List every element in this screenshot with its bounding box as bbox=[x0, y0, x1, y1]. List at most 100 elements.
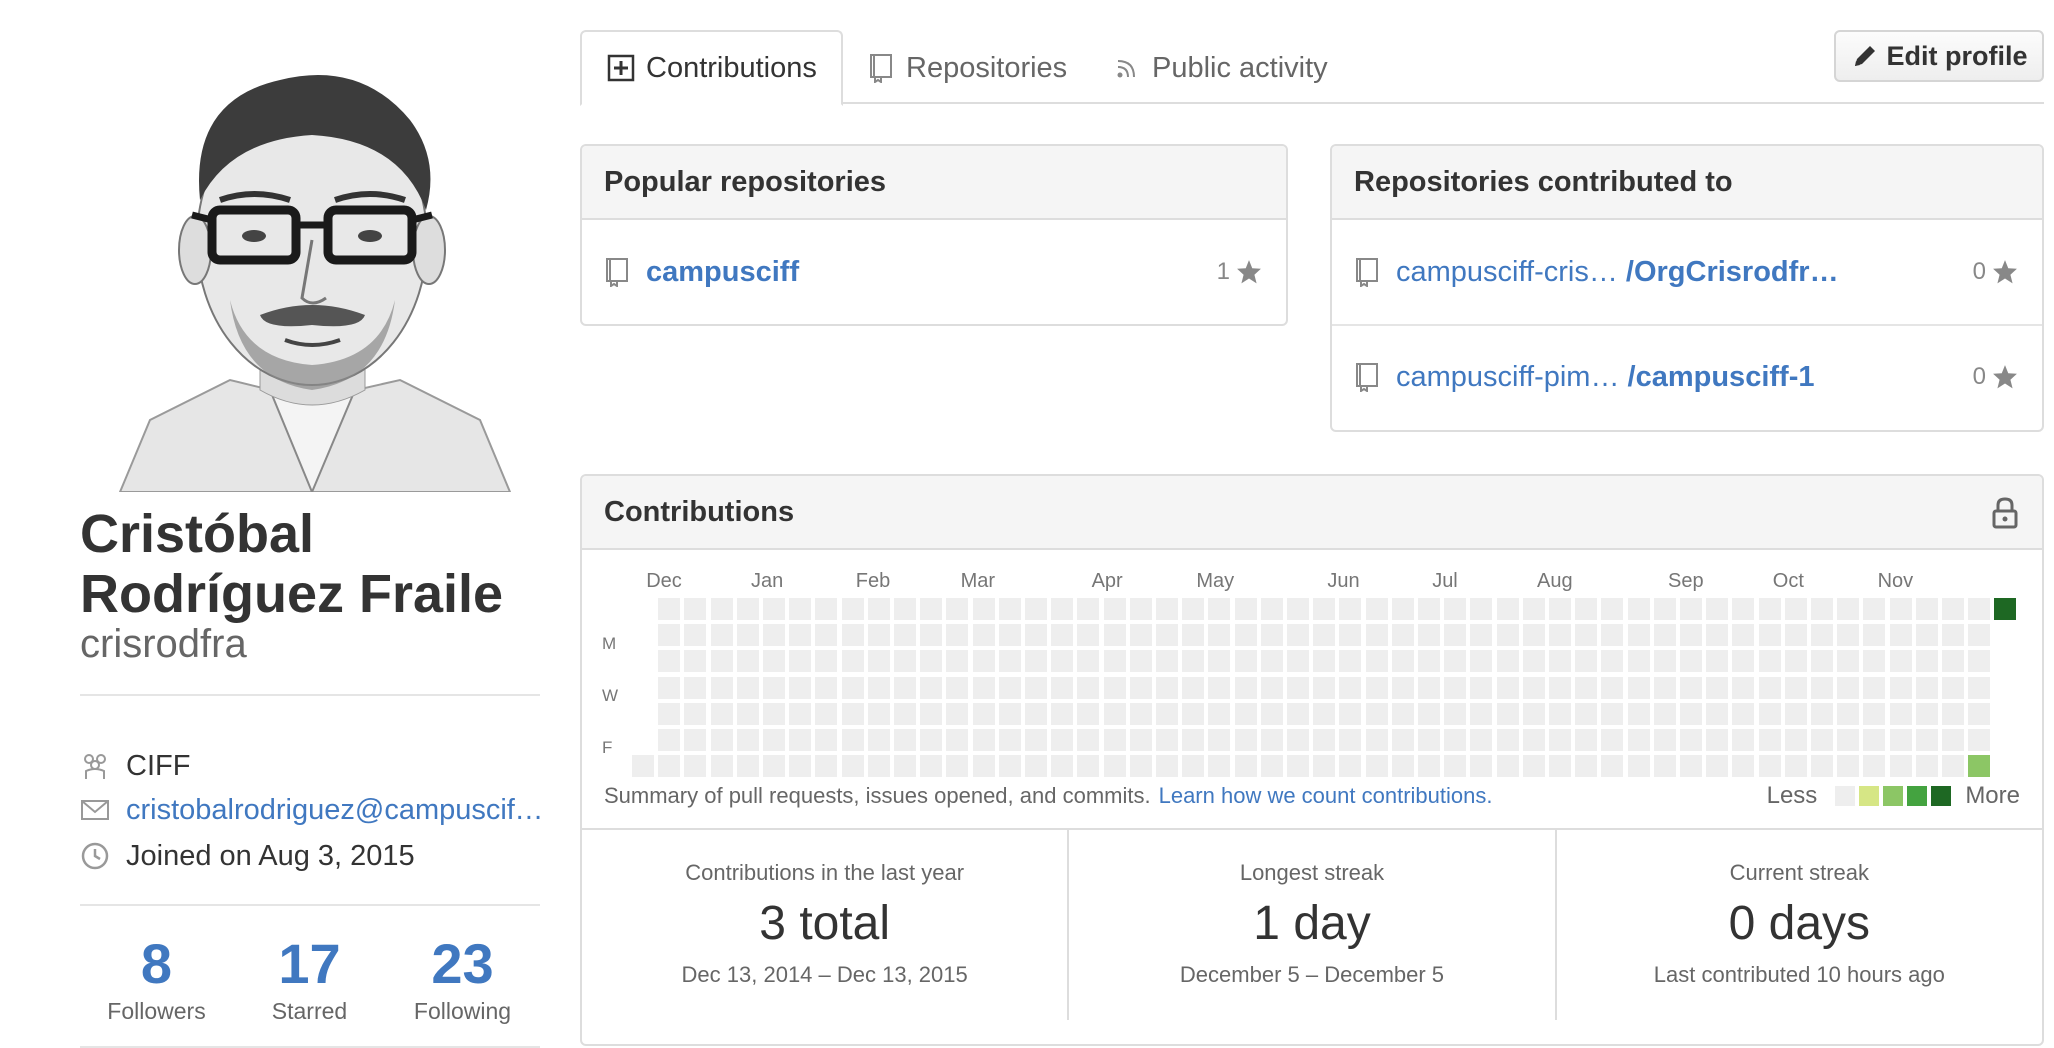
contribution-day[interactable] bbox=[1208, 676, 1231, 699]
contribution-day[interactable] bbox=[1156, 624, 1178, 647]
contribution-day[interactable] bbox=[1811, 624, 1833, 647]
contribution-day[interactable] bbox=[1051, 702, 1074, 725]
contribution-day[interactable] bbox=[1444, 702, 1467, 725]
contribution-day[interactable] bbox=[789, 676, 812, 699]
contribution-day[interactable] bbox=[1522, 598, 1545, 620]
contribution-day[interactable] bbox=[1601, 702, 1624, 725]
contribution-day[interactable] bbox=[1208, 729, 1231, 751]
contribution-day[interactable] bbox=[972, 598, 995, 620]
contribution-day[interactable] bbox=[1758, 598, 1781, 620]
contribution-day[interactable] bbox=[1758, 729, 1781, 751]
contribution-day[interactable] bbox=[1234, 598, 1257, 620]
contribution-day[interactable] bbox=[1025, 676, 1047, 699]
contribution-day[interactable] bbox=[1129, 598, 1152, 620]
contribution-day[interactable] bbox=[946, 650, 969, 673]
contribution-day[interactable] bbox=[998, 624, 1021, 647]
contribution-day[interactable] bbox=[946, 676, 969, 699]
contribution-day[interactable] bbox=[1339, 729, 1362, 751]
contribution-day[interactable] bbox=[1365, 729, 1388, 751]
contribution-day[interactable] bbox=[1129, 650, 1152, 673]
contribution-day[interactable] bbox=[1287, 598, 1309, 620]
contribution-day[interactable] bbox=[1051, 650, 1074, 673]
contribution-day[interactable] bbox=[1234, 702, 1257, 725]
contribution-day[interactable] bbox=[1915, 702, 1938, 725]
contribution-day[interactable] bbox=[658, 598, 681, 620]
contribution-day[interactable] bbox=[1915, 650, 1938, 673]
contribution-day[interactable] bbox=[1837, 729, 1860, 751]
contribution-day[interactable] bbox=[1025, 598, 1047, 620]
contribution-day[interactable] bbox=[1889, 729, 1912, 751]
contribution-day[interactable] bbox=[894, 729, 916, 751]
contribution-day[interactable] bbox=[710, 729, 733, 751]
contribution-day[interactable] bbox=[1339, 676, 1362, 699]
contribution-day[interactable] bbox=[998, 702, 1021, 725]
contribution-day[interactable] bbox=[1522, 676, 1545, 699]
contribution-day[interactable] bbox=[1784, 624, 1807, 647]
contribution-day[interactable] bbox=[1706, 598, 1729, 620]
contribution-day[interactable] bbox=[1103, 676, 1126, 699]
contribution-day[interactable] bbox=[1758, 624, 1781, 647]
contribution-day[interactable] bbox=[763, 624, 785, 647]
contribution-day[interactable] bbox=[841, 650, 864, 673]
contribution-day[interactable] bbox=[1837, 598, 1860, 620]
contribution-day[interactable] bbox=[1627, 650, 1650, 673]
contribution-day[interactable] bbox=[894, 676, 916, 699]
contribution-day[interactable] bbox=[1575, 676, 1598, 699]
contribution-day[interactable] bbox=[1680, 702, 1702, 725]
contribution-day[interactable] bbox=[920, 624, 943, 647]
contribution-day[interactable] bbox=[1706, 624, 1729, 647]
contribution-day[interactable] bbox=[1287, 702, 1309, 725]
contribution-day[interactable] bbox=[1418, 702, 1440, 725]
contribution-day[interactable] bbox=[1234, 624, 1257, 647]
following-stat[interactable]: 23 Following bbox=[386, 932, 539, 1025]
contribution-day[interactable] bbox=[763, 729, 785, 751]
contribution-day[interactable] bbox=[1234, 650, 1257, 673]
contribution-day[interactable] bbox=[1942, 624, 1964, 647]
contribution-day[interactable] bbox=[1653, 729, 1676, 751]
contribution-day[interactable] bbox=[1968, 729, 1991, 751]
contribution-day[interactable] bbox=[658, 676, 681, 699]
contribution-day[interactable] bbox=[684, 729, 707, 751]
contribution-day[interactable] bbox=[1444, 624, 1467, 647]
contribution-day[interactable] bbox=[1627, 598, 1650, 620]
contribution-day[interactable] bbox=[1968, 624, 1991, 647]
contribution-day[interactable] bbox=[920, 650, 943, 673]
tab-public-activity[interactable]: Public activity bbox=[1088, 30, 1352, 106]
contribution-day[interactable] bbox=[658, 729, 681, 751]
contribution-day[interactable] bbox=[920, 702, 943, 725]
contribution-day[interactable] bbox=[815, 624, 838, 647]
contribution-day[interactable] bbox=[1732, 650, 1755, 673]
contribution-day[interactable] bbox=[1522, 650, 1545, 673]
contribution-day[interactable] bbox=[867, 650, 890, 673]
contribution-day[interactable] bbox=[1208, 598, 1231, 620]
learn-how-link[interactable]: Learn how we count contributions. bbox=[1159, 783, 1493, 809]
contribution-day[interactable] bbox=[1706, 702, 1729, 725]
contribution-day[interactable] bbox=[1889, 650, 1912, 673]
contribution-day[interactable] bbox=[1496, 598, 1519, 620]
contribution-day[interactable] bbox=[1339, 624, 1362, 647]
contribution-day[interactable] bbox=[972, 729, 995, 751]
tab-repositories[interactable]: Repositories bbox=[842, 30, 1091, 106]
contribution-day[interactable] bbox=[1653, 702, 1676, 725]
contribution-day[interactable] bbox=[1418, 650, 1440, 673]
contribution-day[interactable] bbox=[1863, 624, 1886, 647]
contribution-day[interactable] bbox=[684, 624, 707, 647]
contribution-day[interactable] bbox=[1418, 598, 1440, 620]
contribution-day[interactable] bbox=[658, 702, 681, 725]
contribution-day[interactable] bbox=[1575, 729, 1598, 751]
contribution-day[interactable] bbox=[946, 702, 969, 725]
contribution-day[interactable] bbox=[1444, 650, 1467, 673]
contribution-day[interactable] bbox=[684, 676, 707, 699]
contribution-day[interactable] bbox=[867, 676, 890, 699]
contribution-day[interactable] bbox=[1680, 598, 1702, 620]
contribution-day[interactable] bbox=[946, 624, 969, 647]
contribution-day[interactable] bbox=[736, 624, 759, 647]
contribution-day[interactable] bbox=[841, 624, 864, 647]
contribution-day[interactable] bbox=[894, 624, 916, 647]
contribution-day[interactable] bbox=[1313, 676, 1336, 699]
contributed-repo-row[interactable]: campusciff-pim… /campusciff-1 0 bbox=[1332, 324, 2042, 428]
contribution-day[interactable] bbox=[1444, 598, 1467, 620]
contribution-day[interactable] bbox=[1522, 702, 1545, 725]
contribution-day[interactable] bbox=[998, 729, 1021, 751]
contribution-day[interactable] bbox=[1968, 650, 1991, 673]
